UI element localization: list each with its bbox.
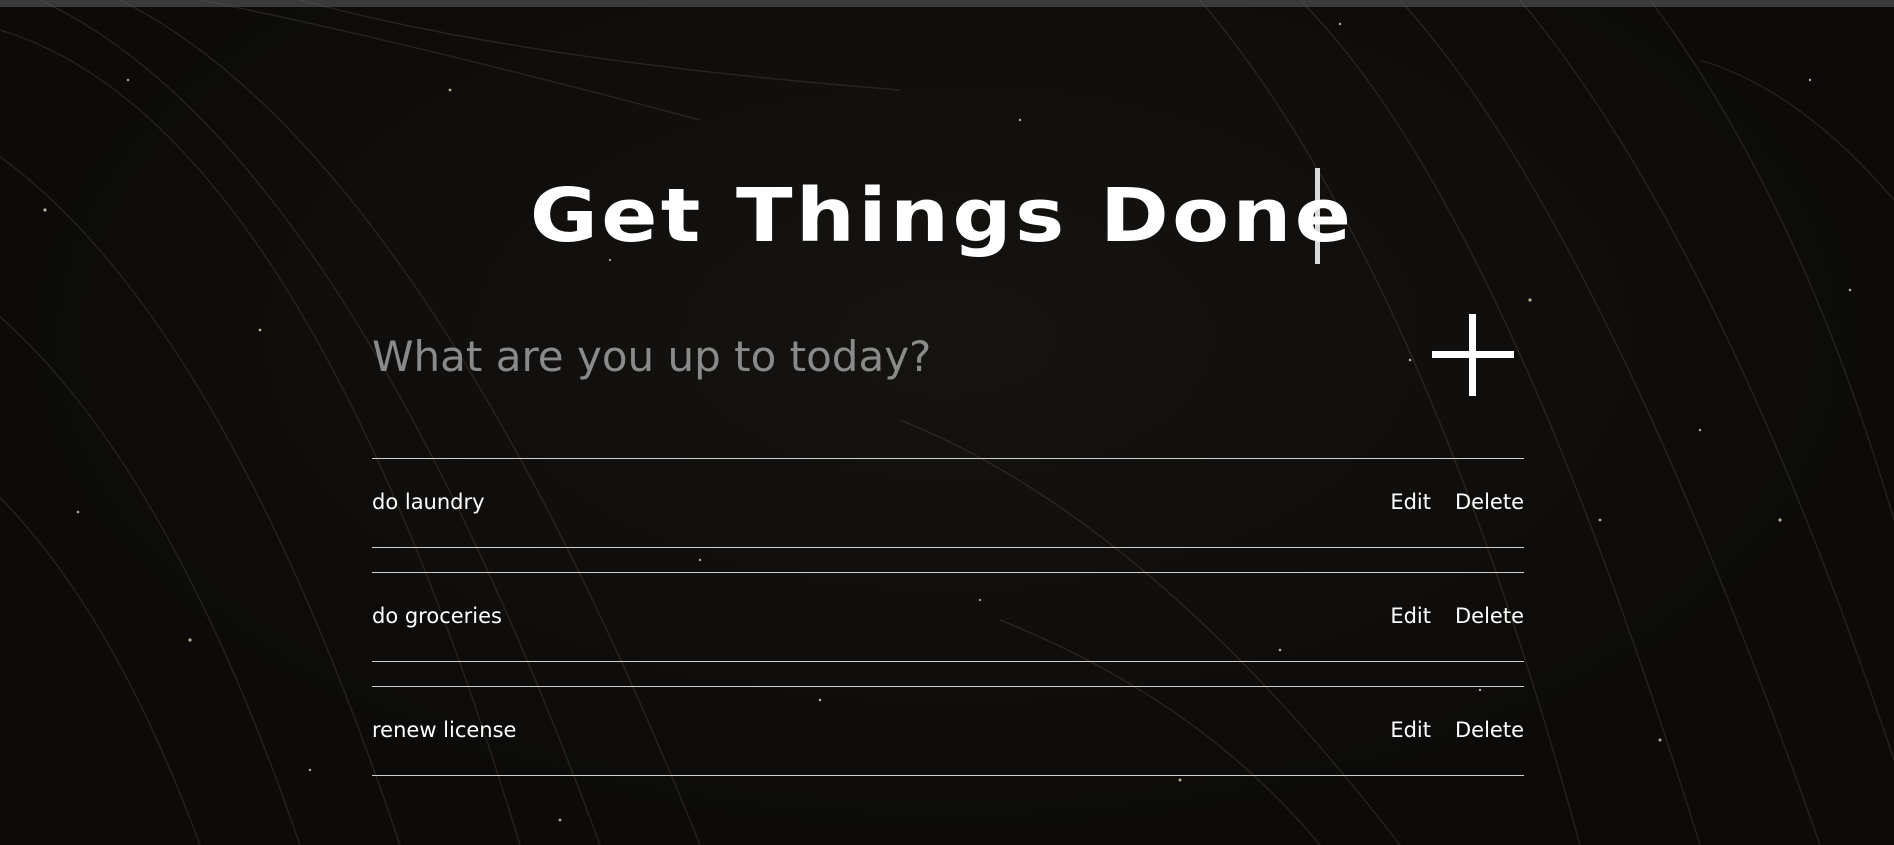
task-list: do laundry Edit Delete do groceries Edit… — [372, 458, 1524, 800]
task-text: renew license — [372, 718, 517, 742]
delete-task-button[interactable]: Delete — [1455, 717, 1524, 743]
task-item: do laundry Edit Delete — [372, 458, 1524, 548]
task-text: do groceries — [372, 604, 502, 628]
app-page: Get Things Done do laundry Edit Delete d… — [0, 0, 1894, 845]
task-actions: Edit Delete — [1390, 603, 1524, 629]
delete-task-button[interactable]: Delete — [1455, 489, 1524, 515]
task-item: do groceries Edit Delete — [372, 572, 1524, 662]
task-actions: Edit Delete — [1390, 489, 1524, 515]
task-actions: Edit Delete — [1390, 717, 1524, 743]
task-item: renew license Edit Delete — [372, 686, 1524, 776]
title-wrap: Get Things Done — [0, 168, 1894, 264]
plus-icon-vertical-bar — [1469, 314, 1476, 396]
task-text: do laundry — [372, 490, 485, 514]
edit-task-button[interactable]: Edit — [1390, 489, 1431, 515]
new-task-input[interactable] — [372, 314, 1272, 398]
edit-task-button[interactable]: Edit — [1390, 717, 1431, 743]
delete-task-button[interactable]: Delete — [1455, 603, 1524, 629]
edit-task-button[interactable]: Edit — [1390, 603, 1431, 629]
new-task-row — [372, 314, 1524, 410]
add-task-button[interactable] — [1432, 314, 1514, 396]
page-title: Get Things Done — [530, 173, 1355, 259]
